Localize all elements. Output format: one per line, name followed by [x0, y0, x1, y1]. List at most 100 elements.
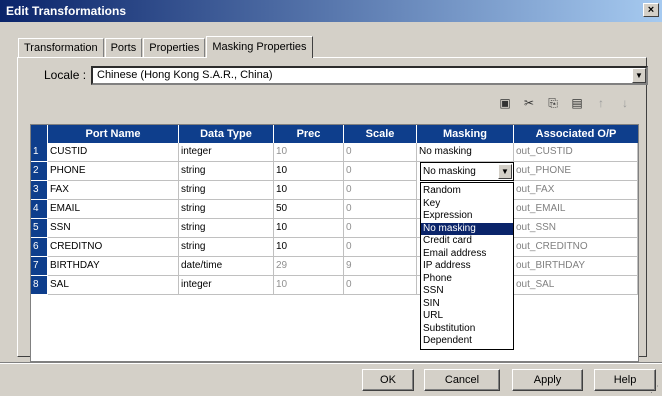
cell-scale[interactable]: 0	[344, 219, 417, 238]
row-number[interactable]: 6	[31, 238, 47, 257]
move-down-icon[interactable]: ↓	[616, 94, 634, 112]
masking-option[interactable]: SIN	[421, 298, 513, 311]
table-row[interactable]: 7 BIRTHDAY date/time 29 9 out_BIRTHDAY	[31, 257, 638, 276]
cell-scale[interactable]: 0	[344, 276, 417, 295]
cut-icon[interactable]: ✂	[520, 94, 538, 112]
cell-prec[interactable]: 10	[274, 181, 344, 200]
cell-data-type[interactable]: integer	[179, 143, 274, 162]
table-row[interactable]: 8 SAL integer 10 0 out_SAL	[31, 276, 638, 295]
cell-masking[interactable]: No masking	[417, 143, 514, 162]
cell-data-type[interactable]: string	[179, 219, 274, 238]
cell-prec[interactable]: 10	[274, 238, 344, 257]
cell-associated-op[interactable]: out_CUSTID	[514, 143, 638, 162]
masking-option[interactable]: IP address	[421, 260, 513, 273]
masking-option[interactable]: Credit card	[421, 235, 513, 248]
masking-dropdown-list: Random Key Expression No masking Credit card…	[420, 182, 514, 350]
cell-associated-op[interactable]: out_FAX	[514, 181, 638, 200]
table-row[interactable]: 5 SSN string 10 0 out_SSN	[31, 219, 638, 238]
col-header-scale[interactable]: Scale	[344, 125, 417, 143]
row-number[interactable]: 2	[31, 162, 47, 181]
col-header-prec[interactable]: Prec	[274, 125, 344, 143]
row-number[interactable]: 4	[31, 200, 47, 219]
masking-option[interactable]: Substitution	[421, 323, 513, 336]
cell-data-type[interactable]: string	[179, 162, 274, 181]
cell-associated-op[interactable]: out_BIRTHDAY	[514, 257, 638, 276]
cell-port-name[interactable]: SSN	[48, 219, 179, 238]
masking-option[interactable]: Dependent	[421, 335, 513, 348]
tab-ports[interactable]: Ports	[104, 38, 143, 58]
cell-prec[interactable]: 10	[274, 276, 344, 295]
col-header-associated-op[interactable]: Associated O/P	[514, 125, 638, 143]
row-number[interactable]: 7	[31, 257, 47, 276]
table-row[interactable]: 6 CREDITNO string 10 0 out_CREDITNO	[31, 238, 638, 257]
chevron-down-icon[interactable]: ▼	[498, 164, 512, 179]
masking-option[interactable]: Expression	[421, 210, 513, 223]
cell-prec[interactable]: 50	[274, 200, 344, 219]
cell-scale[interactable]: 0	[344, 200, 417, 219]
masking-option[interactable]: Email address	[421, 248, 513, 261]
table-row[interactable]: 2PHONEstring100 No masking out_PHONE	[31, 162, 638, 181]
col-header-port-name[interactable]: Port Name	[48, 125, 179, 143]
cell-prec[interactable]: 29	[274, 257, 344, 276]
cell-port-name[interactable]: FAX	[48, 181, 179, 200]
resize-grip-icon[interactable]: ⋰	[650, 384, 660, 394]
cell-port-name[interactable]: CUSTID	[48, 143, 179, 162]
chevron-down-icon[interactable]: ▼	[632, 68, 646, 83]
cell-port-name[interactable]: SAL	[48, 276, 179, 295]
cell-data-type[interactable]: date/time	[179, 257, 274, 276]
cell-data-type[interactable]: string	[179, 200, 274, 219]
cell-associated-op[interactable]: out_SSN	[514, 219, 638, 238]
tab-properties[interactable]: Properties	[143, 38, 206, 58]
copy-icon[interactable]: ⎘	[544, 94, 562, 112]
cell-scale[interactable]: 0	[344, 238, 417, 257]
table-row[interactable]: 4 EMAIL string 50 0 out_EMAIL	[31, 200, 638, 219]
help-button[interactable]: Help	[594, 369, 656, 391]
close-button[interactable]: ×	[643, 3, 659, 17]
edit-transformations-dialog: Edit Transformations × Transformation Po…	[0, 0, 662, 396]
masking-option[interactable]: Random	[421, 185, 513, 198]
cell-port-name[interactable]: EMAIL	[48, 200, 179, 219]
row-number[interactable]: 3	[31, 181, 47, 200]
masking-combo[interactable]: No masking ▼	[420, 162, 514, 181]
cell-port-name[interactable]: BIRTHDAY	[48, 257, 179, 276]
cell-prec[interactable]: 10	[274, 219, 344, 238]
col-header-data-type[interactable]: Data Type	[179, 125, 274, 143]
cell-associated-op[interactable]: out_SAL	[514, 276, 638, 295]
col-header-masking[interactable]: Masking	[417, 125, 514, 143]
cell-data-type[interactable]: integer	[179, 276, 274, 295]
masking-option[interactable]: No masking	[421, 222, 513, 235]
tab-transformation[interactable]: Transformation	[18, 38, 104, 58]
cell-associated-op[interactable]: out_PHONE	[514, 162, 638, 181]
toolbar: ▣ ✂ ⎘ ▤ ↑ ↓	[496, 94, 634, 112]
cell-data-type[interactable]: string	[179, 238, 274, 257]
move-up-icon[interactable]: ↑	[592, 94, 610, 112]
cell-prec[interactable]: 10	[274, 162, 344, 181]
cell-scale[interactable]: 0	[344, 181, 417, 200]
row-number[interactable]: 5	[31, 219, 47, 238]
table-row[interactable]: 1 CUSTID integer 10 0 No masking out_CUSTID	[31, 143, 638, 162]
masking-option[interactable]: Phone	[421, 273, 513, 286]
row-number[interactable]: 8	[31, 276, 47, 295]
masking-combo-value: No masking	[423, 166, 476, 177]
cell-associated-op[interactable]: out_CREDITNO	[514, 238, 638, 257]
row-number[interactable]: 1	[31, 143, 47, 162]
masking-option[interactable]: SSN	[421, 285, 513, 298]
masking-option[interactable]: Key	[421, 198, 513, 211]
tab-masking-properties[interactable]: Masking Properties	[206, 36, 313, 58]
masking-option[interactable]: URL	[421, 310, 513, 323]
cell-prec[interactable]: 10	[274, 143, 344, 162]
cell-scale[interactable]: 9	[344, 257, 417, 276]
cell-associated-op[interactable]: out_EMAIL	[514, 200, 638, 219]
apply-button[interactable]: Apply	[512, 369, 583, 391]
cell-port-name[interactable]: PHONE	[48, 162, 179, 181]
table-row[interactable]: 3 FAX string 10 0 out_FAX	[31, 181, 638, 200]
ok-button[interactable]: OK	[362, 369, 414, 391]
cell-data-type[interactable]: string	[179, 181, 274, 200]
paste-icon[interactable]: ▤	[568, 94, 586, 112]
cell-port-name[interactable]: CREDITNO	[48, 238, 179, 257]
cancel-button[interactable]: Cancel	[424, 369, 500, 391]
cell-scale[interactable]: 0	[344, 162, 417, 181]
cell-scale[interactable]: 0	[344, 143, 417, 162]
locale-select[interactable]: Chinese (Hong Kong S.A.R., China) ▼	[91, 66, 648, 85]
new-icon[interactable]: ▣	[496, 94, 514, 112]
